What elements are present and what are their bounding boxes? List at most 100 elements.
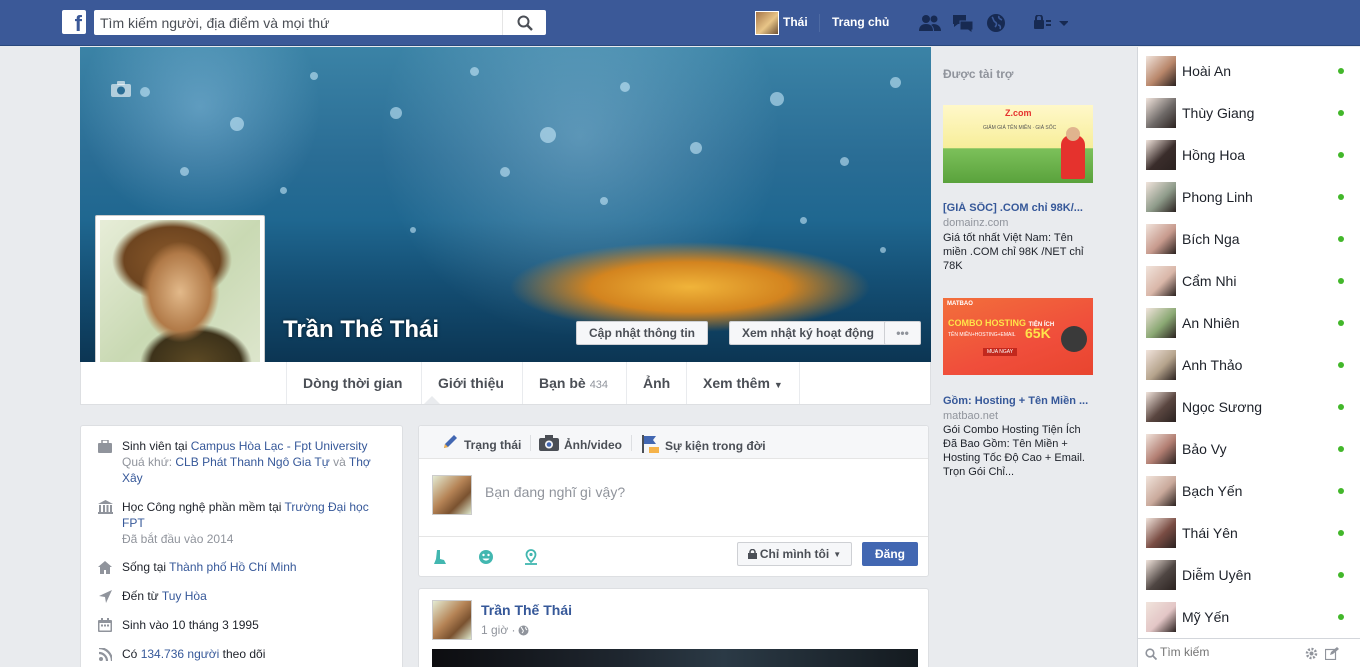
post-image[interactable] <box>432 649 918 667</box>
online-status-icon <box>1338 362 1344 368</box>
contact-name: Diễm Uyên <box>1182 567 1252 583</box>
chat-contact[interactable]: Thái Yên <box>1146 517 1346 549</box>
privacy-selector[interactable]: Chỉ mình tôi ▼ <box>737 542 852 566</box>
chat-contact[interactable]: Bích Nga <box>1146 223 1346 255</box>
post-button[interactable]: Đăng <box>862 542 918 566</box>
privacy-shortcuts-icon[interactable] <box>1030 12 1070 34</box>
composer-tab-photo[interactable]: Ảnh/video <box>539 435 622 454</box>
gear-icon[interactable] <box>1305 647 1318 660</box>
online-status-icon <box>1338 68 1344 74</box>
online-status-icon <box>1338 404 1344 410</box>
compose-icon[interactable] <box>1325 647 1339 660</box>
intro-followers: Có 134.736 người theo dõi <box>97 646 382 662</box>
ad-title-link[interactable]: Gồm: Hosting + Tên Miền ... <box>943 395 1093 407</box>
avatar <box>1146 182 1176 212</box>
chat-search-input[interactable] <box>1160 645 1300 659</box>
hometown-link[interactable]: Tuy Hòa <box>162 589 207 603</box>
chat-contact[interactable]: Mỹ Yến <box>1146 601 1346 633</box>
avatar[interactable] <box>432 600 472 640</box>
followers-link[interactable]: 134.736 người <box>141 647 220 661</box>
ad-title-link[interactable]: [GIÁ SỐC] .COM chỉ 98K/... <box>943 202 1093 214</box>
profile-name[interactable]: Trần Thế Thái <box>283 316 439 344</box>
top-navigation-bar: f Thái Trang chủ <box>0 0 1360 46</box>
chevron-down-icon: ▼ <box>773 380 783 390</box>
ad-description: Giá tốt nhất Việt Nam: Tên miền .COM chỉ… <box>943 232 1084 272</box>
contact-name: Phong Linh <box>1182 189 1253 205</box>
chat-contact[interactable]: Hoài An <box>1146 55 1346 87</box>
divider <box>819 14 820 32</box>
chat-contact[interactable]: Phong Linh <box>1146 181 1346 213</box>
ad-domain: domainz.com <box>943 217 1009 229</box>
contact-name: Hồng Hoa <box>1182 147 1246 163</box>
tab-friends[interactable]: Bạn bè 434 <box>522 362 624 404</box>
tab-timeline[interactable]: Dòng thời gian <box>286 362 418 404</box>
lock-icon <box>747 549 757 559</box>
composer-tab-status[interactable]: Trạng thái <box>441 435 521 454</box>
active-tab-indicator <box>424 396 440 404</box>
avatar <box>1146 434 1176 464</box>
chevron-down-icon: ▼ <box>833 549 842 559</box>
camera-icon[interactable] <box>110 80 132 98</box>
notifications-globe-icon[interactable] <box>984 12 1008 34</box>
search-button[interactable] <box>502 10 546 35</box>
sponsored-heading: Được tài trợ <box>943 67 1014 81</box>
status-input[interactable]: Bạn đang nghĩ gì vậy? <box>485 484 625 500</box>
avatar <box>1146 98 1176 128</box>
contact-name: Anh Thảo <box>1182 357 1243 373</box>
avatar[interactable] <box>432 475 472 515</box>
user-avatar[interactable] <box>755 11 779 35</box>
ad-brand: Z.com <box>1005 108 1032 118</box>
ad-image-matbao[interactable]: MATBAO COMBO HOSTING TIỆN ÍCH TÊN MIỀN+H… <box>943 298 1093 375</box>
profile-link[interactable]: Thái <box>783 15 808 29</box>
search-input[interactable] <box>94 10 504 35</box>
avatar <box>1146 56 1176 86</box>
ad-banner-cta: MUA NGAY <box>983 348 1018 356</box>
ad-image-domainz[interactable]: Z.com GIẢM GIÁ TÊN MIỀN · GIÁ SỐC <box>943 105 1093 183</box>
briefcase-icon <box>97 438 113 454</box>
check-in-icon[interactable] <box>523 549 539 565</box>
chat-contact[interactable]: Thùy Giang <box>1146 97 1346 129</box>
online-status-icon <box>1338 446 1344 452</box>
friend-requests-icon[interactable] <box>918 12 942 34</box>
ad-banner-price: 65K <box>1025 325 1051 341</box>
post-timestamp[interactable]: 1 giờ · <box>481 623 529 637</box>
search-box <box>94 10 546 35</box>
chat-contact[interactable]: Diễm Uyên <box>1146 559 1346 591</box>
ad-description: Gói Combo Hosting Tiện Ích Đã Bao Gồm: T… <box>943 424 1085 478</box>
intro-education: Học Công nghệ phần mềm tại Trường Đại họ… <box>97 499 382 547</box>
post-author-link[interactable]: Trần Thế Thái <box>481 602 572 618</box>
chat-contact[interactable]: Cẩm Nhi <box>1146 265 1346 297</box>
tab-more[interactable]: Xem thêm ▼ <box>686 362 800 404</box>
contact-name: Bạch Yến <box>1182 483 1243 499</box>
flag-icon <box>640 435 660 456</box>
composer-tab-life-event[interactable]: Sự kiện trong đời <box>640 435 766 456</box>
online-status-icon <box>1338 152 1344 158</box>
home-link[interactable]: Trang chủ <box>832 15 889 29</box>
tab-photos[interactable]: Ảnh <box>626 362 686 404</box>
chat-contact[interactable]: Anh Thảo <box>1146 349 1346 381</box>
update-info-button[interactable]: Cập nhật thông tin <box>576 321 708 345</box>
activity-log-button[interactable]: Xem nhật ký hoạt động <box>729 321 888 345</box>
chat-contact[interactable]: Bảo Vy <box>1146 433 1346 465</box>
chat-contact[interactable]: Hồng Hoa <box>1146 139 1346 171</box>
online-status-icon <box>1338 488 1344 494</box>
messages-icon[interactable] <box>951 12 975 34</box>
workplace-link[interactable]: Campus Hòa Lạc - Fpt University <box>191 439 368 453</box>
more-options-button[interactable]: ••• <box>884 321 921 345</box>
contact-name: An Nhiên <box>1182 315 1240 331</box>
current-city-link[interactable]: Thành phố Hồ Chí Minh <box>169 560 296 574</box>
location-arrow-icon <box>97 588 113 604</box>
feeling-icon[interactable] <box>478 549 494 565</box>
rss-icon <box>97 646 113 662</box>
avatar <box>1146 392 1176 422</box>
profile-picture[interactable] <box>95 215 265 385</box>
facebook-logo-icon[interactable]: f <box>62 10 86 34</box>
avatar <box>1146 140 1176 170</box>
avatar <box>100 220 260 380</box>
tag-friends-icon[interactable] <box>432 549 448 565</box>
past-workplace-link-1[interactable]: CLB Phát Thanh Ngô Gia Tự <box>175 455 329 469</box>
pencil-icon <box>441 435 459 454</box>
chat-contact[interactable]: Bạch Yến <box>1146 475 1346 507</box>
chat-contact[interactable]: Ngọc Sương <box>1146 391 1346 423</box>
chat-contact[interactable]: An Nhiên <box>1146 307 1346 339</box>
